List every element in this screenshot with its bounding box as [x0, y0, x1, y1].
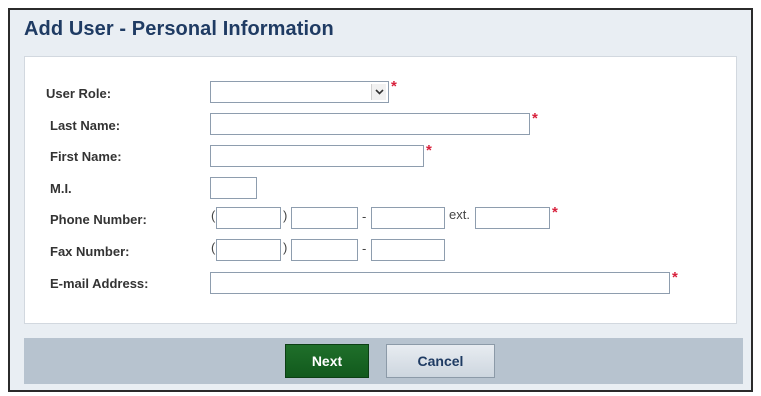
dialog-title: Add User - Personal Information	[24, 18, 334, 40]
user-role-label: User Role:	[46, 86, 112, 101]
cancel-button[interactable]: Cancel	[386, 344, 495, 378]
last-name-label: Last Name:	[50, 118, 121, 133]
email-address-input[interactable]	[210, 272, 670, 294]
fax-dash: -	[362, 241, 367, 256]
fax-open-paren: (	[211, 240, 216, 255]
phone-number-label: Phone Number:	[50, 212, 147, 227]
phone-open-paren: (	[211, 208, 216, 223]
next-button[interactable]: Next	[285, 344, 369, 378]
personal-info-form: User Role: * Last Name: * First Name: * …	[24, 56, 737, 324]
required-marker: *	[391, 78, 397, 95]
user-role-select[interactable]	[210, 81, 389, 103]
add-user-dialog: Add User - Personal Information User Rol…	[8, 8, 753, 392]
phone-area-code-input[interactable]	[216, 207, 281, 229]
dialog-footer: Next Cancel	[24, 338, 743, 384]
phone-dash: -	[362, 209, 367, 224]
required-marker: *	[552, 204, 558, 221]
email-address-label: E-mail Address:	[50, 276, 149, 291]
phone-ext-label: ext.	[449, 207, 470, 222]
fax-number-label: Fax Number:	[50, 244, 130, 259]
phone-line-input[interactable]	[371, 207, 445, 229]
fax-prefix-input[interactable]	[291, 239, 358, 261]
phone-ext-input[interactable]	[475, 207, 550, 229]
first-name-label: First Name:	[50, 149, 122, 164]
select-arrow-button[interactable]	[371, 84, 386, 100]
fax-area-code-input[interactable]	[216, 239, 281, 261]
first-name-input[interactable]	[210, 145, 424, 167]
required-marker: *	[672, 269, 678, 286]
middle-initial-label: M.I.	[50, 181, 72, 196]
required-marker: *	[532, 110, 538, 127]
phone-prefix-input[interactable]	[291, 207, 358, 229]
middle-initial-input[interactable]	[210, 177, 257, 199]
chevron-down-icon	[374, 89, 384, 95]
fax-close-paren: )	[283, 240, 288, 255]
required-marker: *	[426, 142, 432, 159]
last-name-input[interactable]	[210, 113, 530, 135]
fax-line-input[interactable]	[371, 239, 445, 261]
phone-close-paren: )	[283, 208, 288, 223]
